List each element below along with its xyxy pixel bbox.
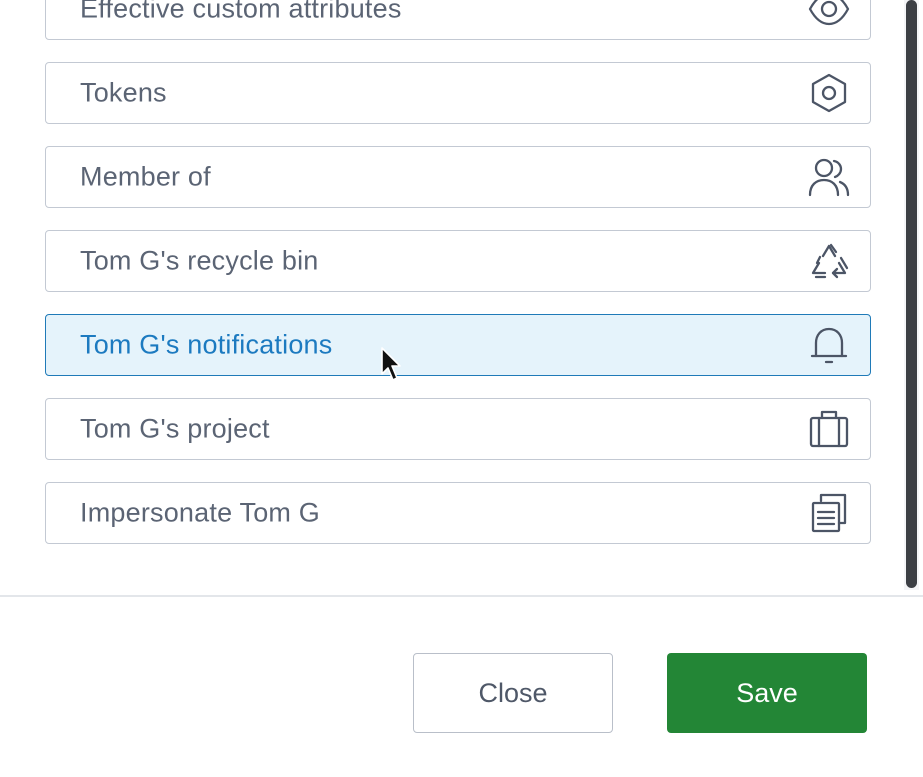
- close-button[interactable]: Close: [413, 653, 613, 733]
- copy-documents-icon: [806, 490, 852, 536]
- list-item-recycle-bin[interactable]: Tom G's recycle bin: [45, 230, 871, 292]
- mouse-cursor-icon: [381, 347, 401, 381]
- briefcase-icon: [806, 406, 852, 452]
- dialog: Effective custom attributes Tokens Membe…: [0, 0, 923, 777]
- list-item-project[interactable]: Tom G's project: [45, 398, 871, 460]
- list-item-label: Tokens: [80, 77, 167, 108]
- list-item-label: Tom G's recycle bin: [80, 245, 319, 276]
- list-item-impersonate[interactable]: Impersonate Tom G: [45, 482, 871, 544]
- footer-divider: [0, 595, 923, 597]
- list-item-label: Effective custom attributes: [80, 0, 402, 24]
- list-item-label: Member of: [80, 161, 211, 192]
- list-item-label: Tom G's project: [80, 413, 270, 444]
- eye-icon: [806, 0, 852, 32]
- list-item-label: Impersonate Tom G: [80, 497, 321, 528]
- hexagon-nut-icon: [806, 70, 852, 116]
- list-item-effective-custom-attributes[interactable]: Effective custom attributes: [45, 0, 871, 40]
- list-item-tokens[interactable]: Tokens: [45, 62, 871, 124]
- scrollbar-thumb[interactable]: [906, 0, 917, 588]
- list-item-notifications[interactable]: Tom G's notifications: [45, 314, 871, 376]
- save-button[interactable]: Save: [667, 653, 867, 733]
- bell-icon: [806, 322, 852, 368]
- recycle-icon: [806, 238, 852, 284]
- users-icon: [806, 154, 852, 200]
- list-item-member-of[interactable]: Member of: [45, 146, 871, 208]
- scrollbar[interactable]: [904, 0, 919, 590]
- list-item-label: Tom G's notifications: [80, 329, 333, 360]
- options-list: Effective custom attributes Tokens Membe…: [0, 0, 903, 596]
